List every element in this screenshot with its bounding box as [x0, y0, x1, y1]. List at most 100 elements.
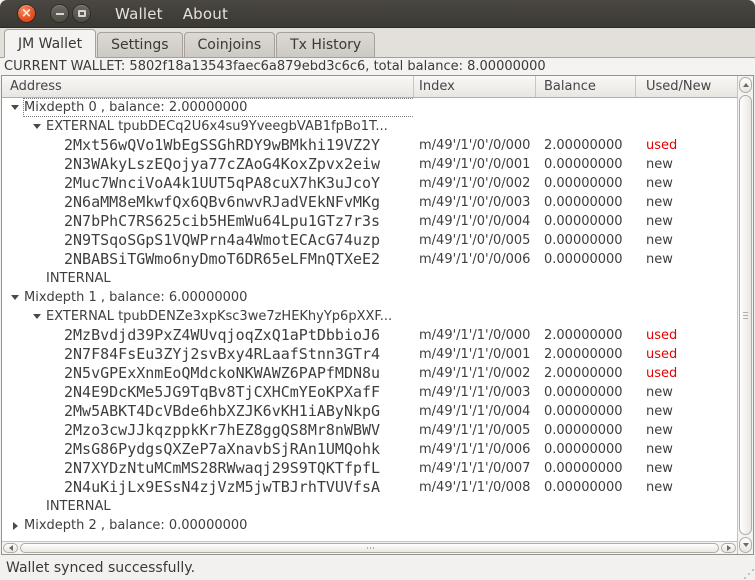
status-cell: new [646, 214, 673, 229]
close-icon: × [21, 5, 32, 21]
scroll-left-button[interactable] [3, 543, 18, 553]
status-cell [636, 98, 737, 117]
status-bar: Wallet synced successfully. [0, 555, 755, 580]
expander-icon[interactable] [10, 103, 20, 113]
address-label: INTERNAL [46, 499, 111, 514]
caret-right-icon [726, 545, 731, 551]
status-cell: new [646, 252, 673, 267]
table-row[interactable]: 2Muc7WnciVoA4k1UUT5qPA8cuX7hK3uJcoY m/49… [2, 174, 737, 193]
status-cell: new [646, 385, 673, 400]
index-cell: m/49'/1'/0'/0/003 [419, 195, 531, 210]
vertical-scrollbar-thumb[interactable] [739, 95, 752, 535]
index-cell: m/49'/1'/1'/0/002 [419, 366, 531, 381]
table-row[interactable]: 2MzBvdjd39PxZ4WUvqjoqZxQ1aPtDbbioJ6 m/49… [2, 326, 737, 345]
address-cell: 2N7F84FsEu3ZYj2svBxy4RLaafStnn3GTr4 [2, 345, 414, 364]
scroll-right-button[interactable] [721, 543, 736, 553]
tab-coinjoins[interactable]: Coinjoins [183, 32, 276, 57]
window-controls: × [0, 4, 91, 23]
expander-icon [50, 217, 60, 227]
horizontal-scrollbar[interactable] [2, 541, 737, 554]
address-cell: Mixdepth 1 , balance: 6.00000000 [2, 288, 414, 307]
table-row[interactable]: 2N7XYDzNtuMCmMS28RWwaqj29S9TQKTfpfL m/49… [2, 459, 737, 478]
table-row[interactable]: EXTERNAL tpubDENZe3xpKsc3we7zHEKhyYp6pXX… [2, 307, 737, 326]
status-cell: new [646, 195, 673, 210]
table-row[interactable]: 2N9TSqoSGpS1VQWPrn4a4WmotECAcG74uzp m/49… [2, 231, 737, 250]
expander-icon [50, 331, 60, 341]
address-cell: 2N6aMM8eMkwfQx6QBv6nwvRJadVEkNFvMKg [2, 193, 414, 212]
table-row[interactable]: Mixdepth 1 , balance: 6.00000000 [2, 288, 737, 307]
address-label: Mixdepth 1 , balance: 6.00000000 [24, 290, 248, 305]
horizontal-scrollbar-thumb[interactable] [20, 543, 719, 553]
column-header-address[interactable]: Address [2, 76, 414, 97]
maximize-button[interactable] [72, 4, 91, 23]
address-label: EXTERNAL tpubDENZe3xpKsc3we7zHEKhyYp6pXX… [46, 309, 393, 324]
menu-wallet[interactable]: Wallet [105, 0, 173, 28]
table-row[interactable]: 2NBABSiTGWmo6nyDmoT6DR65eLFMnQTXeE2 m/49… [2, 250, 737, 269]
address-label: INTERNAL [46, 271, 111, 286]
expander-icon [50, 388, 60, 398]
tab-settings[interactable]: Settings [97, 32, 183, 57]
table-row[interactable]: 2Mxt56wQVo1WbEgSSGhRDY9wBMkhi19VZ2Y m/49… [2, 136, 737, 155]
index-cell [414, 269, 536, 288]
status-cell [636, 516, 737, 535]
expander-icon[interactable] [10, 293, 20, 303]
expander-icon[interactable] [32, 122, 42, 132]
expander-icon[interactable] [10, 521, 20, 531]
balance-cell [536, 269, 636, 288]
table-row[interactable]: 2N5vGPExXnmEoQMdckoNKWAWZ6PAPfMDN8u m/49… [2, 364, 737, 383]
balance-cell [536, 98, 636, 117]
resize-grip[interactable] [748, 573, 750, 575]
table-row[interactable]: 2MsG86PydgsQXZeP7aXnavbSjRAn1UMQohk m/49… [2, 440, 737, 459]
close-button[interactable]: × [17, 4, 36, 23]
status-cell [636, 269, 737, 288]
scroll-up-button[interactable] [739, 77, 752, 93]
address-label: 2Mxt56wQVo1WbEgSSGhRDY9wBMkhi19VZ2Y [64, 137, 381, 154]
tab-tx-history[interactable]: Tx History [276, 32, 376, 57]
vertical-scrollbar[interactable] [737, 76, 753, 554]
table-row[interactable]: EXTERNAL tpubDECq2U6x4su9YveegbVAB1fpBo1… [2, 117, 737, 136]
address-label: 2Muc7WnciVoA4k1UUT5qPA8cuX7hK3uJcoY [64, 175, 381, 192]
table-row[interactable]: 2N6aMM8eMkwfQx6QBv6nwvRJadVEkNFvMKg m/49… [2, 193, 737, 212]
table-row[interactable]: 2N4uKijLx9ESsN4zjVzM5jwTBJrhTVUVfsA m/49… [2, 478, 737, 497]
table-row[interactable]: 2N7bPhC7RS625cib5HEmWu64Lpu1GTz7r3s m/49… [2, 212, 737, 231]
expander-icon[interactable] [32, 312, 42, 322]
table-row[interactable]: 2N4E9DcKMe5JG9TqBv8TjCXHCmYEoKPXafF m/49… [2, 383, 737, 402]
tab-jm-wallet[interactable]: JM Wallet [4, 29, 97, 58]
table-row[interactable]: Mixdepth 2 , balance: 0.00000000 [2, 516, 737, 535]
table-row[interactable]: 2Mzo3cwJJkqzppkKr7hEZ8ggQS8Mr8nWBWV m/49… [2, 421, 737, 440]
table-row[interactable]: 2N3WAkyLszEQojya77cZAoG4KoxZpvx2eiw m/49… [2, 155, 737, 174]
address-label: 2NBABSiTGWmo6nyDmoT6DR65eLFMnQTXeE2 [64, 251, 381, 268]
address-cell: 2MzBvdjd39PxZ4WUvqjoqZxQ1aPtDbbioJ6 [2, 326, 414, 345]
table-row[interactable]: INTERNAL [2, 497, 737, 516]
index-cell [414, 516, 536, 535]
index-cell: m/49'/1'/0'/0/001 [419, 157, 531, 172]
index-cell: m/49'/1'/1'/0/000 [419, 328, 531, 343]
address-cell: EXTERNAL tpubDECq2U6x4su9YveegbVAB1fpBo1… [2, 117, 414, 136]
address-label: 2MzBvdjd39PxZ4WUvqjoqZxQ1aPtDbbioJ6 [64, 327, 381, 344]
balance-cell: 0.00000000 [544, 423, 623, 438]
column-header-index[interactable]: Index [414, 76, 536, 97]
status-cell: new [646, 461, 673, 476]
scroll-down-button[interactable] [739, 537, 752, 553]
balance-cell: 0.00000000 [544, 214, 623, 229]
index-cell: m/49'/1'/0'/0/004 [419, 214, 531, 229]
table-row[interactable]: 2N7F84FsEu3ZYj2svBxy4RLaafStnn3GTr4 m/49… [2, 345, 737, 364]
table-row[interactable]: INTERNAL [2, 269, 737, 288]
table-row[interactable]: Mixdepth 0 , balance: 2.00000000 [2, 98, 737, 117]
address-cell: INTERNAL [2, 269, 414, 288]
expander-icon [50, 369, 60, 379]
index-cell [414, 497, 536, 516]
table-row[interactable]: 2Mw5ABKT4DcVBde6hbXZJK6vKH1iAByNkpG m/49… [2, 402, 737, 421]
column-header-used-new[interactable]: Used/New [636, 76, 737, 97]
expander-icon [50, 160, 60, 170]
status-cell: new [646, 157, 673, 172]
balance-cell: 0.00000000 [544, 195, 623, 210]
scrollbar-grip-icon [369, 547, 371, 549]
menu-about[interactable]: About [173, 0, 238, 28]
minimize-button[interactable] [50, 4, 69, 23]
status-cell: new [646, 233, 673, 248]
balance-cell [536, 288, 636, 307]
column-header-balance[interactable]: Balance [536, 76, 636, 97]
current-wallet-banner: CURRENT WALLET: 5802f18a13543faec6a879eb… [0, 58, 755, 75]
balance-cell: 0.00000000 [544, 176, 623, 191]
